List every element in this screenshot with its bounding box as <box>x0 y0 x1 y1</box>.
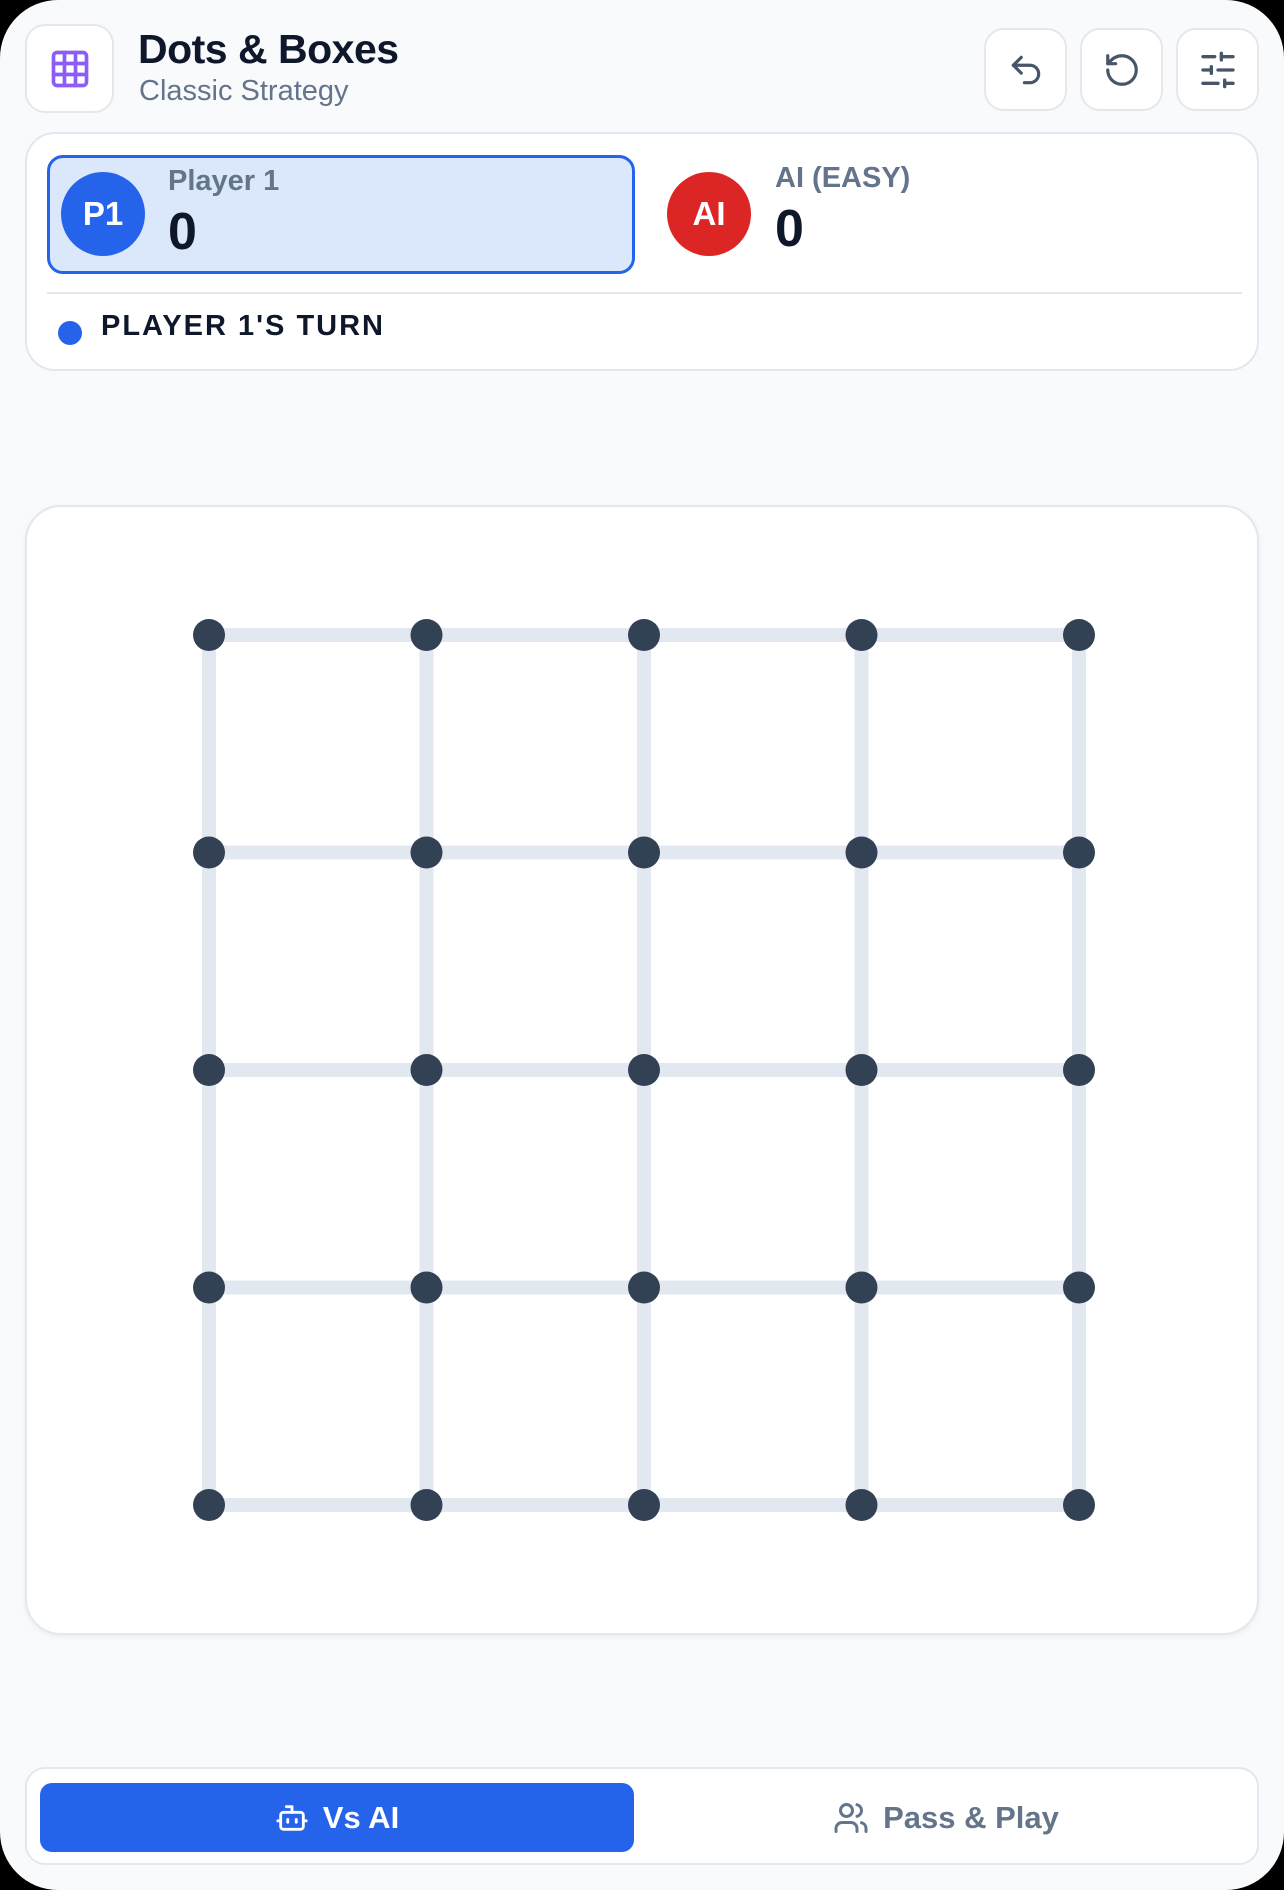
dot-4-4 <box>1063 1489 1095 1521</box>
player2-avatar: AI <box>667 172 751 256</box>
dot-2-2 <box>628 1054 660 1086</box>
app-subtitle: Classic Strategy <box>139 75 349 107</box>
dot-0-4 <box>1063 619 1095 651</box>
turn-indicator-dot <box>58 321 82 345</box>
dot-4-2 <box>628 1489 660 1521</box>
dot-2-1 <box>410 1054 443 1086</box>
dot-0-0 <box>193 619 225 651</box>
dot-0-3 <box>845 619 878 651</box>
dot-1-2 <box>628 836 660 869</box>
game-screen: Dots & Boxes Classic Strategy P1 Player … <box>0 0 1284 1890</box>
mode-selector: Vs AI Pass & Play <box>25 1767 1259 1865</box>
dot-3-3 <box>845 1271 878 1304</box>
pass-and-play-label: Pass & Play <box>883 1799 1059 1835</box>
dot-4-1 <box>410 1489 443 1521</box>
restart-icon <box>1105 53 1138 86</box>
undo-button[interactable] <box>984 28 1067 111</box>
pass-and-play-button[interactable]: Pass & Play <box>649 1783 1243 1852</box>
board-grid <box>193 619 1095 1521</box>
scoreboard: P1 Player 1 0 AI AI (EASY) 0 PLAYER 1'S … <box>25 132 1259 371</box>
player2-score: 0 <box>775 200 804 258</box>
dot-3-0 <box>193 1271 225 1304</box>
dot-0-1 <box>410 619 443 651</box>
restart-button[interactable] <box>1080 28 1163 111</box>
player1-panel: P1 Player 1 0 <box>47 155 635 274</box>
app-logo <box>25 24 114 113</box>
dot-0-2 <box>628 619 660 651</box>
player1-avatar: P1 <box>61 172 145 256</box>
player1-name: Player 1 <box>168 165 280 197</box>
dot-1-1 <box>410 836 443 869</box>
dot-2-3 <box>845 1054 878 1086</box>
grid-icon <box>51 50 88 87</box>
vs-ai-button[interactable]: Vs AI <box>40 1783 634 1852</box>
player2-name: AI (EASY) <box>775 162 911 194</box>
turn-indicator: PLAYER 1'S TURN <box>101 310 385 342</box>
dot-3-2 <box>628 1271 660 1304</box>
dot-4-3 <box>845 1489 878 1521</box>
dot-3-4 <box>1063 1271 1095 1304</box>
settings-button[interactable] <box>1176 28 1259 111</box>
sliders-icon <box>1200 51 1235 88</box>
dot-1-4 <box>1063 836 1095 869</box>
undo-icon <box>1011 55 1040 84</box>
divider <box>47 292 1242 294</box>
game-board <box>25 505 1259 1635</box>
dot-4-0 <box>193 1489 225 1521</box>
dot-1-0 <box>193 836 225 869</box>
player1-score: 0 <box>168 203 197 261</box>
dot-1-3 <box>845 836 878 869</box>
vs-ai-label: Vs AI <box>322 1799 400 1835</box>
dot-3-1 <box>410 1271 443 1304</box>
dot-2-0 <box>193 1054 225 1086</box>
bot-icon <box>276 1804 308 1831</box>
users-icon <box>834 1802 868 1833</box>
dot-2-4 <box>1063 1054 1095 1086</box>
app-title: Dots & Boxes <box>138 26 399 72</box>
